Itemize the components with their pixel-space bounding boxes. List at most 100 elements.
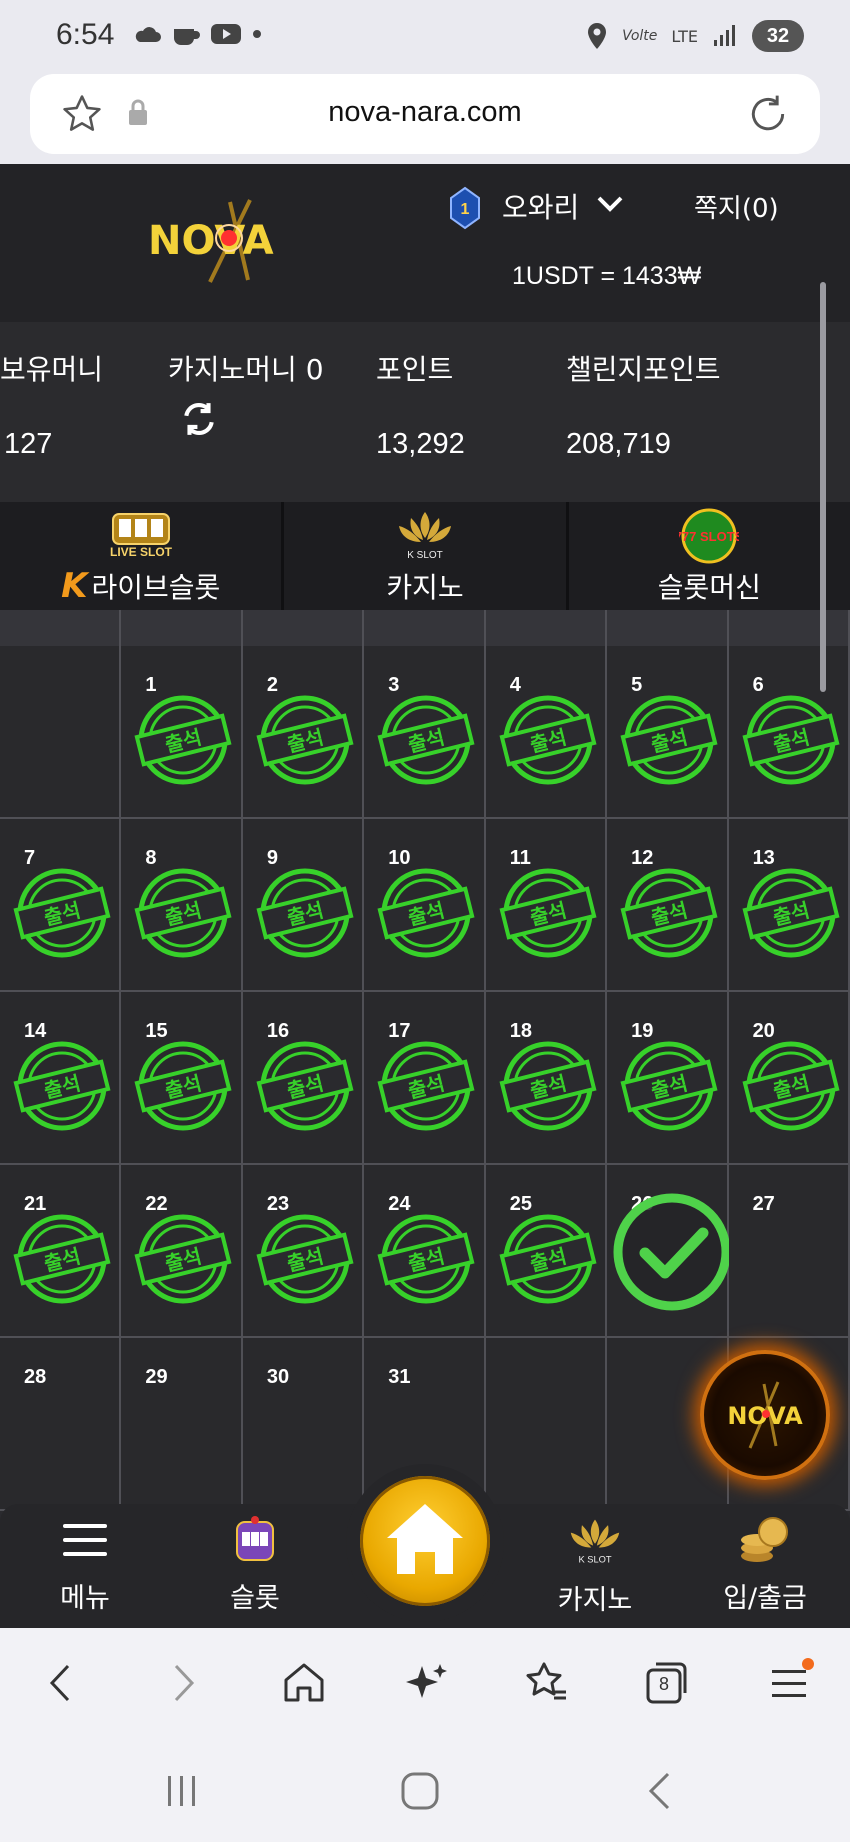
calendar-day-cell[interactable]: 1 출석 [121, 646, 243, 819]
calendar-day-cell[interactable]: 11 출석 [485, 819, 608, 992]
calendar-day-cell[interactable]: 6 출석 [728, 646, 850, 819]
bookmarks-icon[interactable] [522, 1658, 570, 1708]
tab-casino-label: 카지노 [386, 571, 464, 604]
nova-logo[interactable]: NOVA [140, 194, 320, 286]
nav-deposit-label: 입/출금 [723, 1583, 807, 1614]
address-bar[interactable]: nova-nara.com [30, 74, 820, 154]
calendar-day-cell[interactable]: 23 출석 [242, 1165, 365, 1338]
attendance-stamp-icon: 출석 [134, 1214, 232, 1304]
calendar-day-cell[interactable]: 29 [121, 1338, 243, 1511]
level-number: 1 [461, 201, 470, 218]
home-browser-icon[interactable] [280, 1658, 328, 1708]
points-label: 포인트 [376, 353, 454, 386]
home-button[interactable] [360, 1476, 490, 1606]
calendar-day-cell[interactable]: 18 출석 [485, 992, 608, 1165]
calendar-day-cell[interactable]: 19 출석 [607, 992, 729, 1165]
refresh-icon[interactable] [180, 400, 218, 438]
attendance-stamp-icon: 출석 [499, 1041, 597, 1131]
calendar-day-cell[interactable]: 21 출석 [0, 1165, 122, 1338]
k-logo-icon: K [61, 566, 88, 606]
calendar-day-cell[interactable]: 3 출석 [364, 646, 486, 819]
k-slot-icon-text: K SLOT [407, 550, 443, 561]
attendance-stamp-icon: 출석 [742, 1041, 840, 1131]
calendar-day-cell[interactable]: 4 출석 [485, 646, 608, 819]
calendar-day-cell[interactable]: 8 출석 [121, 819, 243, 992]
calendar-day-cell[interactable]: 12 출석 [607, 819, 729, 992]
calendar-day-cell[interactable]: 27 [728, 1165, 850, 1338]
attendance-stamp-icon: 출석 [742, 868, 840, 958]
attendance-stamp-icon: 출석 [377, 868, 475, 958]
system-back-icon[interactable] [640, 1770, 680, 1812]
attendance-stamp-icon: 출석 [499, 868, 597, 958]
calendar-day-cell[interactable]: 20 출석 [728, 992, 850, 1165]
nav-menu[interactable]: 메뉴 [20, 1514, 150, 1615]
attendance-stamp-icon: 출석 [742, 695, 840, 785]
battery-level: 32 [752, 20, 804, 52]
notification-icons [134, 22, 262, 46]
coffee-icon [174, 29, 200, 45]
status-bar: 6:54 Volte LTE 32 [0, 0, 850, 74]
weather-icon [135, 27, 161, 42]
calendar-day-cell[interactable]: 28 [0, 1338, 122, 1511]
browser-menu-icon [772, 1658, 814, 1697]
nova-floating-button[interactable]: NOVA [700, 1350, 830, 1480]
calendar-header-cell [485, 610, 608, 646]
username[interactable]: 오와리 [502, 186, 579, 226]
network-label: LTE [671, 26, 698, 46]
calendar-day-cell[interactable]: 5 출석 [607, 646, 729, 819]
balance-panel: 보유머니 127 카지노머니 0 포인트 13,292 챌린지포인트 208,7… [0, 322, 850, 502]
system-navigation-bar [0, 1740, 850, 1842]
status-time: 6:54 [56, 18, 115, 51]
challenge-points-value: 208,719 [566, 428, 671, 460]
calendar-day-cell[interactable]: 14 출석 [0, 992, 122, 1165]
calendar-day-cell[interactable]: 13 출석 [728, 819, 850, 992]
nav-slot[interactable]: 슬롯 [190, 1514, 320, 1615]
page-scrollbar[interactable] [820, 282, 826, 692]
coins-icon [741, 1517, 788, 1562]
recent-apps-icon[interactable] [162, 1772, 202, 1810]
day-number: 27 [752, 1193, 775, 1215]
signal-icon [714, 25, 735, 46]
attendance-stamp-icon: 출석 [256, 1214, 354, 1304]
forward-icon[interactable] [164, 1658, 204, 1708]
tab-casino[interactable]: K SLOT 카지노 [284, 502, 569, 610]
attendance-stamp-icon: 출석 [620, 1041, 718, 1131]
calendar-day-cell[interactable]: 10 출석 [364, 819, 486, 992]
calendar-day-cell[interactable]: 30 [242, 1338, 365, 1511]
calendar-day-cell[interactable]: 9 출석 [242, 819, 365, 992]
reload-icon[interactable] [746, 92, 790, 136]
back-icon[interactable] [40, 1658, 80, 1708]
calendar-header-cell [121, 610, 243, 646]
tab-slot-machine-label: 슬롯머신 [657, 571, 761, 604]
calendar-day-cell[interactable]: 16 출석 [242, 992, 365, 1165]
browser-menu-button[interactable] [766, 1658, 814, 1708]
web-page: NOVA 1 오와리 쪽지(0) 1USDT = 1433₩ 보유머니 127 … [0, 164, 850, 1628]
calendar-day-cell [0, 646, 122, 819]
messages-link[interactable]: 쪽지(0) [694, 188, 779, 225]
nav-slot-label: 슬롯 [230, 1583, 280, 1614]
nav-deposit[interactable]: 입/출금 [700, 1514, 830, 1615]
calendar-day-cell[interactable]: 22 출석 [121, 1165, 243, 1338]
calendar-day-cell[interactable]: 24 출석 [364, 1165, 486, 1338]
tabs-button[interactable]: 8 [644, 1658, 690, 1708]
calendar-header [0, 610, 850, 646]
k-slot-icon: K SLOT [398, 512, 451, 561]
calendar-header-cell [242, 610, 365, 646]
calendar-day-cell[interactable]: 2 출석 [242, 646, 365, 819]
calendar-day-cell[interactable]: 25 출석 [485, 1165, 608, 1338]
tab-slot-machine[interactable]: 777 SLOTS 슬롯머신 [568, 502, 850, 610]
calendar-day-cell[interactable]: 15 출석 [121, 992, 243, 1165]
points-value: 13,292 [376, 428, 465, 460]
calendar-day-cell[interactable]: 26 [607, 1165, 731, 1338]
777-slots-icon-text: 777 SLOTS [679, 529, 739, 544]
attendance-stamp-icon: 출석 [620, 695, 718, 785]
tab-live-slot[interactable]: LIVE SLOT K 라이브슬롯 [0, 502, 285, 610]
nav-casino[interactable]: K SLOT 카지노 [530, 1514, 660, 1617]
system-home-icon[interactable] [398, 1770, 442, 1812]
calendar-day-cell[interactable]: 7 출석 [0, 819, 122, 992]
calendar-day-cell[interactable]: 17 출석 [364, 992, 486, 1165]
calendar-header-cell [728, 610, 850, 646]
challenge-points-label: 챌린지포인트 [566, 353, 721, 386]
sparkle-ai-icon[interactable] [402, 1658, 450, 1708]
chevron-down-icon[interactable] [596, 194, 624, 214]
